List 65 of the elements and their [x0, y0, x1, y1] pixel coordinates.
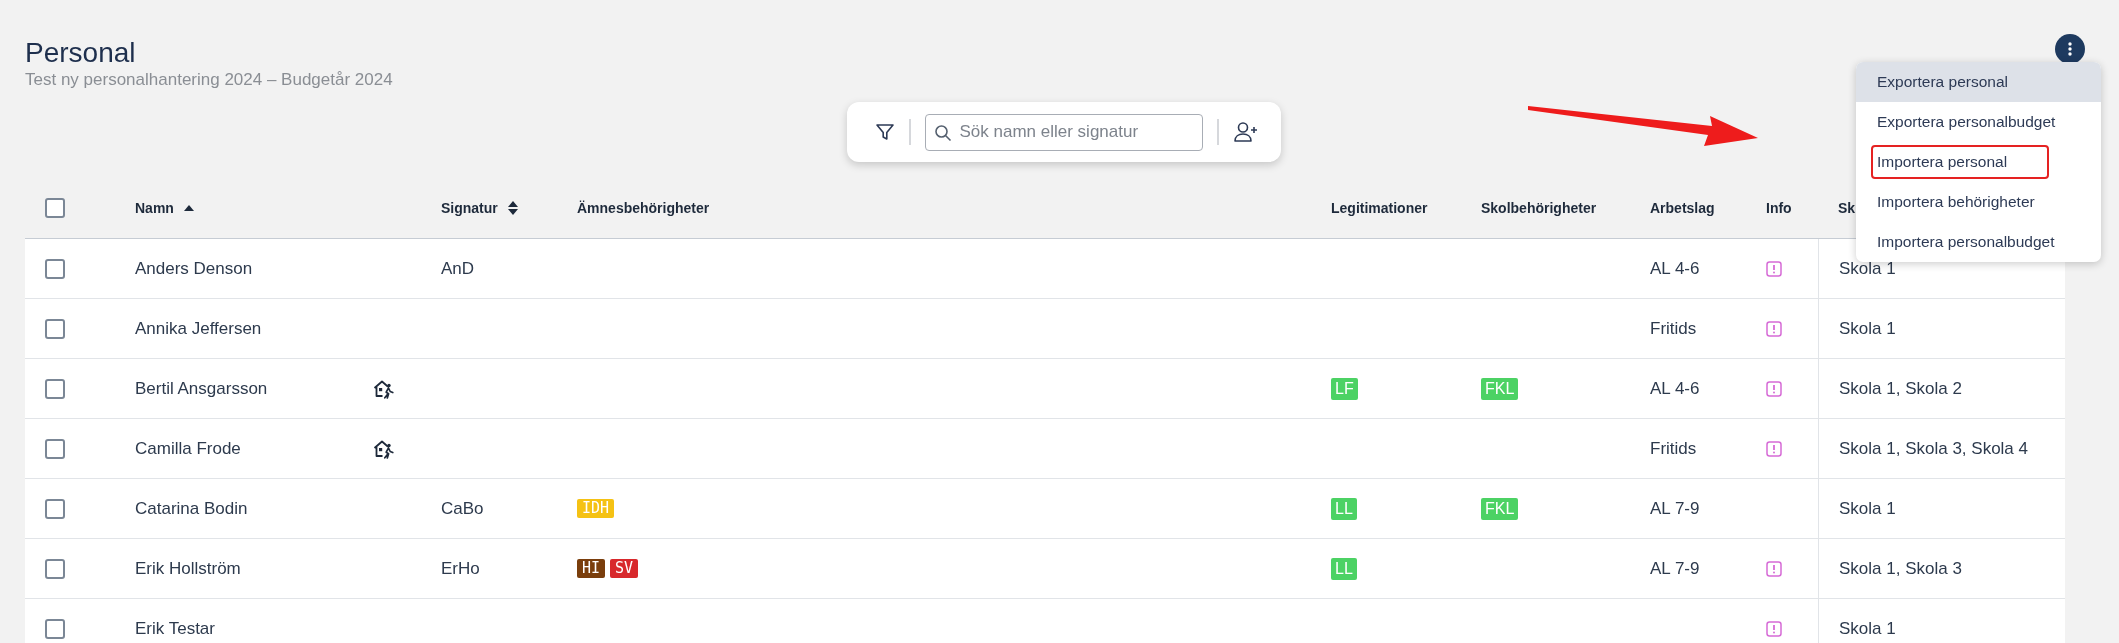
column-header[interactable]: Arbetslag — [1650, 200, 1715, 216]
name-cell: Camilla Frode — [135, 438, 241, 459]
row-checkbox[interactable] — [45, 438, 65, 459]
row-checkbox[interactable] — [45, 318, 65, 339]
sort-up-icon[interactable] — [183, 205, 194, 211]
row-checkbox[interactable] — [45, 558, 65, 579]
license-tag: LF — [1331, 377, 1358, 400]
column-header[interactable]: Signatur — [441, 200, 498, 216]
name-cell: Annika Jeffersen — [135, 318, 262, 339]
qualification-tag: FKL — [1481, 377, 1519, 400]
schools-cell: Skola 1, Skola 3, Skola 4 — [1839, 438, 2028, 459]
filter-icon[interactable] — [874, 122, 895, 142]
info-icon[interactable] — [1766, 440, 1782, 457]
team-cell: Fritids — [1650, 438, 1697, 459]
team-cell: AL 7-9 — [1650, 498, 1700, 519]
subject-tag: IDH — [577, 499, 615, 518]
name-cell: Bertil Ansgarsson — [135, 378, 268, 399]
signature-cell: AnD — [441, 258, 475, 279]
more-icon — [2068, 42, 2072, 56]
team-cell: AL 4-6 — [1650, 378, 1700, 399]
sort-icon[interactable] — [507, 201, 518, 215]
name-cell: Catarina Bodin — [135, 498, 248, 519]
page-subtitle: Test ny personalhantering 2024 – Budgetår 2024 — [25, 70, 393, 90]
add-person-icon[interactable] — [1232, 121, 1259, 143]
row-checkbox[interactable] — [45, 378, 65, 399]
name-cell: Erik Hollström — [135, 558, 241, 579]
team-cell: Fritids — [1650, 318, 1697, 339]
search-field[interactable]: Sök namn eller signatur — [924, 113, 1203, 151]
schools-cell: Skola 1 — [1839, 498, 1896, 519]
info-icon[interactable] — [1766, 620, 1782, 637]
schools-cell: Skola 1, Skola 3 — [1839, 558, 1962, 579]
menu-item[interactable]: Exportera personalbudget — [1856, 102, 2101, 142]
row-checkbox[interactable] — [45, 258, 65, 279]
schools-cell: Skola 1 — [1839, 318, 1896, 339]
qualification-tag: FKL — [1481, 497, 1519, 520]
column-header[interactable]: Legitimationer — [1331, 200, 1428, 216]
search-icon — [933, 123, 952, 142]
menu-item[interactable]: Exportera personal — [1856, 62, 2101, 102]
menu-item[interactable]: Importera behörigheter — [1856, 182, 2101, 222]
info-icon[interactable] — [1766, 560, 1782, 577]
info-icon[interactable] — [1766, 320, 1782, 337]
license-tag: LL — [1331, 557, 1357, 580]
subject-tag: HI — [577, 559, 606, 578]
column-header[interactable]: Ämnesbehörigheter — [577, 200, 710, 216]
more-menu-button[interactable] — [2055, 34, 2085, 64]
info-icon[interactable] — [1766, 260, 1782, 277]
row-checkbox[interactable] — [45, 498, 65, 519]
team-cell: AL 4-6 — [1650, 258, 1700, 279]
team-cell: AL 7-9 — [1650, 558, 1700, 579]
row-checkbox[interactable] — [45, 618, 65, 639]
column-header[interactable]: Skolbehörigheter — [1481, 200, 1597, 216]
license-tag: LL — [1331, 497, 1357, 520]
signature-cell: ErHo — [441, 558, 480, 579]
info-icon[interactable] — [1766, 380, 1782, 397]
column-header[interactable]: Sk — [1838, 200, 1856, 216]
schools-cell: Skola 1 — [1839, 618, 1896, 639]
column-header[interactable]: Info — [1766, 200, 1792, 216]
signature-cell: CaBo — [441, 498, 484, 519]
schools-cell: Skola 1, Skola 2 — [1839, 378, 1962, 399]
subject-tag: SV — [610, 559, 639, 578]
name-cell: Anders Denson — [135, 258, 253, 279]
select-all-checkbox[interactable] — [45, 198, 65, 218]
name-cell: Erik Testar — [135, 618, 215, 639]
page-title: Personal — [25, 36, 136, 70]
column-header[interactable]: Namn — [135, 200, 174, 216]
